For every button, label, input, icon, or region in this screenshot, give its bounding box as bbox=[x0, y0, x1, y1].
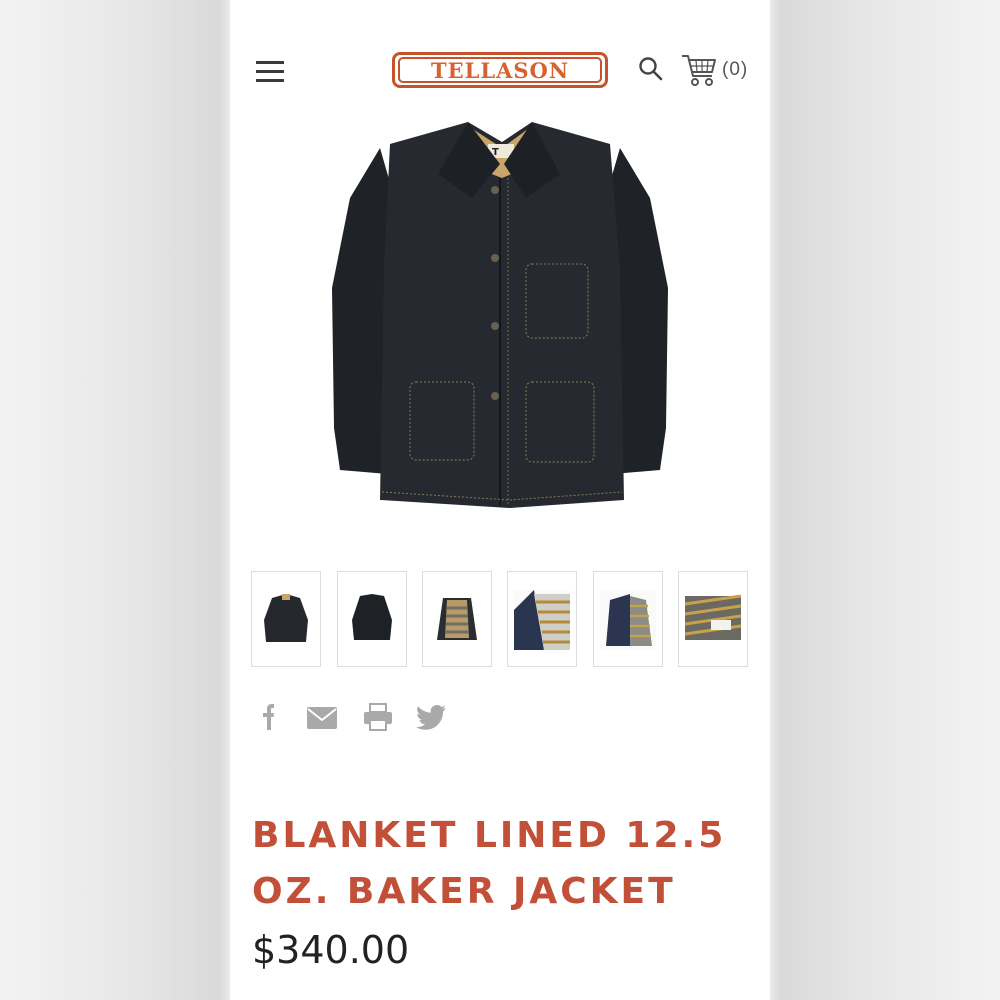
thumbnail-1[interactable] bbox=[251, 571, 321, 667]
brand-logo-text: TELLASON bbox=[398, 57, 602, 83]
search-icon[interactable] bbox=[638, 56, 664, 82]
product-title: BLANKET LINED 12.5 OZ. BAKER JACKET bbox=[252, 815, 727, 912]
print-icon[interactable] bbox=[362, 702, 394, 732]
product-main-image[interactable]: T bbox=[320, 108, 690, 518]
thumbnail-5[interactable] bbox=[593, 571, 663, 667]
email-icon[interactable] bbox=[306, 702, 338, 732]
product-price: $340.00 bbox=[252, 928, 410, 972]
cart-count[interactable]: (0) bbox=[722, 59, 748, 81]
cart-icon[interactable] bbox=[680, 52, 718, 88]
thumbnail-3[interactable] bbox=[422, 571, 492, 667]
thumbnail-2[interactable] bbox=[337, 571, 407, 667]
thumbnail-strip bbox=[251, 571, 751, 667]
thumbnail-4[interactable] bbox=[507, 571, 577, 667]
thumbnail-6[interactable] bbox=[678, 571, 748, 667]
facebook-icon[interactable] bbox=[252, 702, 284, 732]
twitter-icon[interactable] bbox=[416, 702, 448, 732]
brand-logo[interactable]: TELLASON bbox=[392, 52, 608, 88]
product-page: TELLASON (0) T BLANKET LINED 12.5 OZ. BA… bbox=[230, 0, 770, 1000]
menu-icon[interactable] bbox=[254, 58, 286, 86]
